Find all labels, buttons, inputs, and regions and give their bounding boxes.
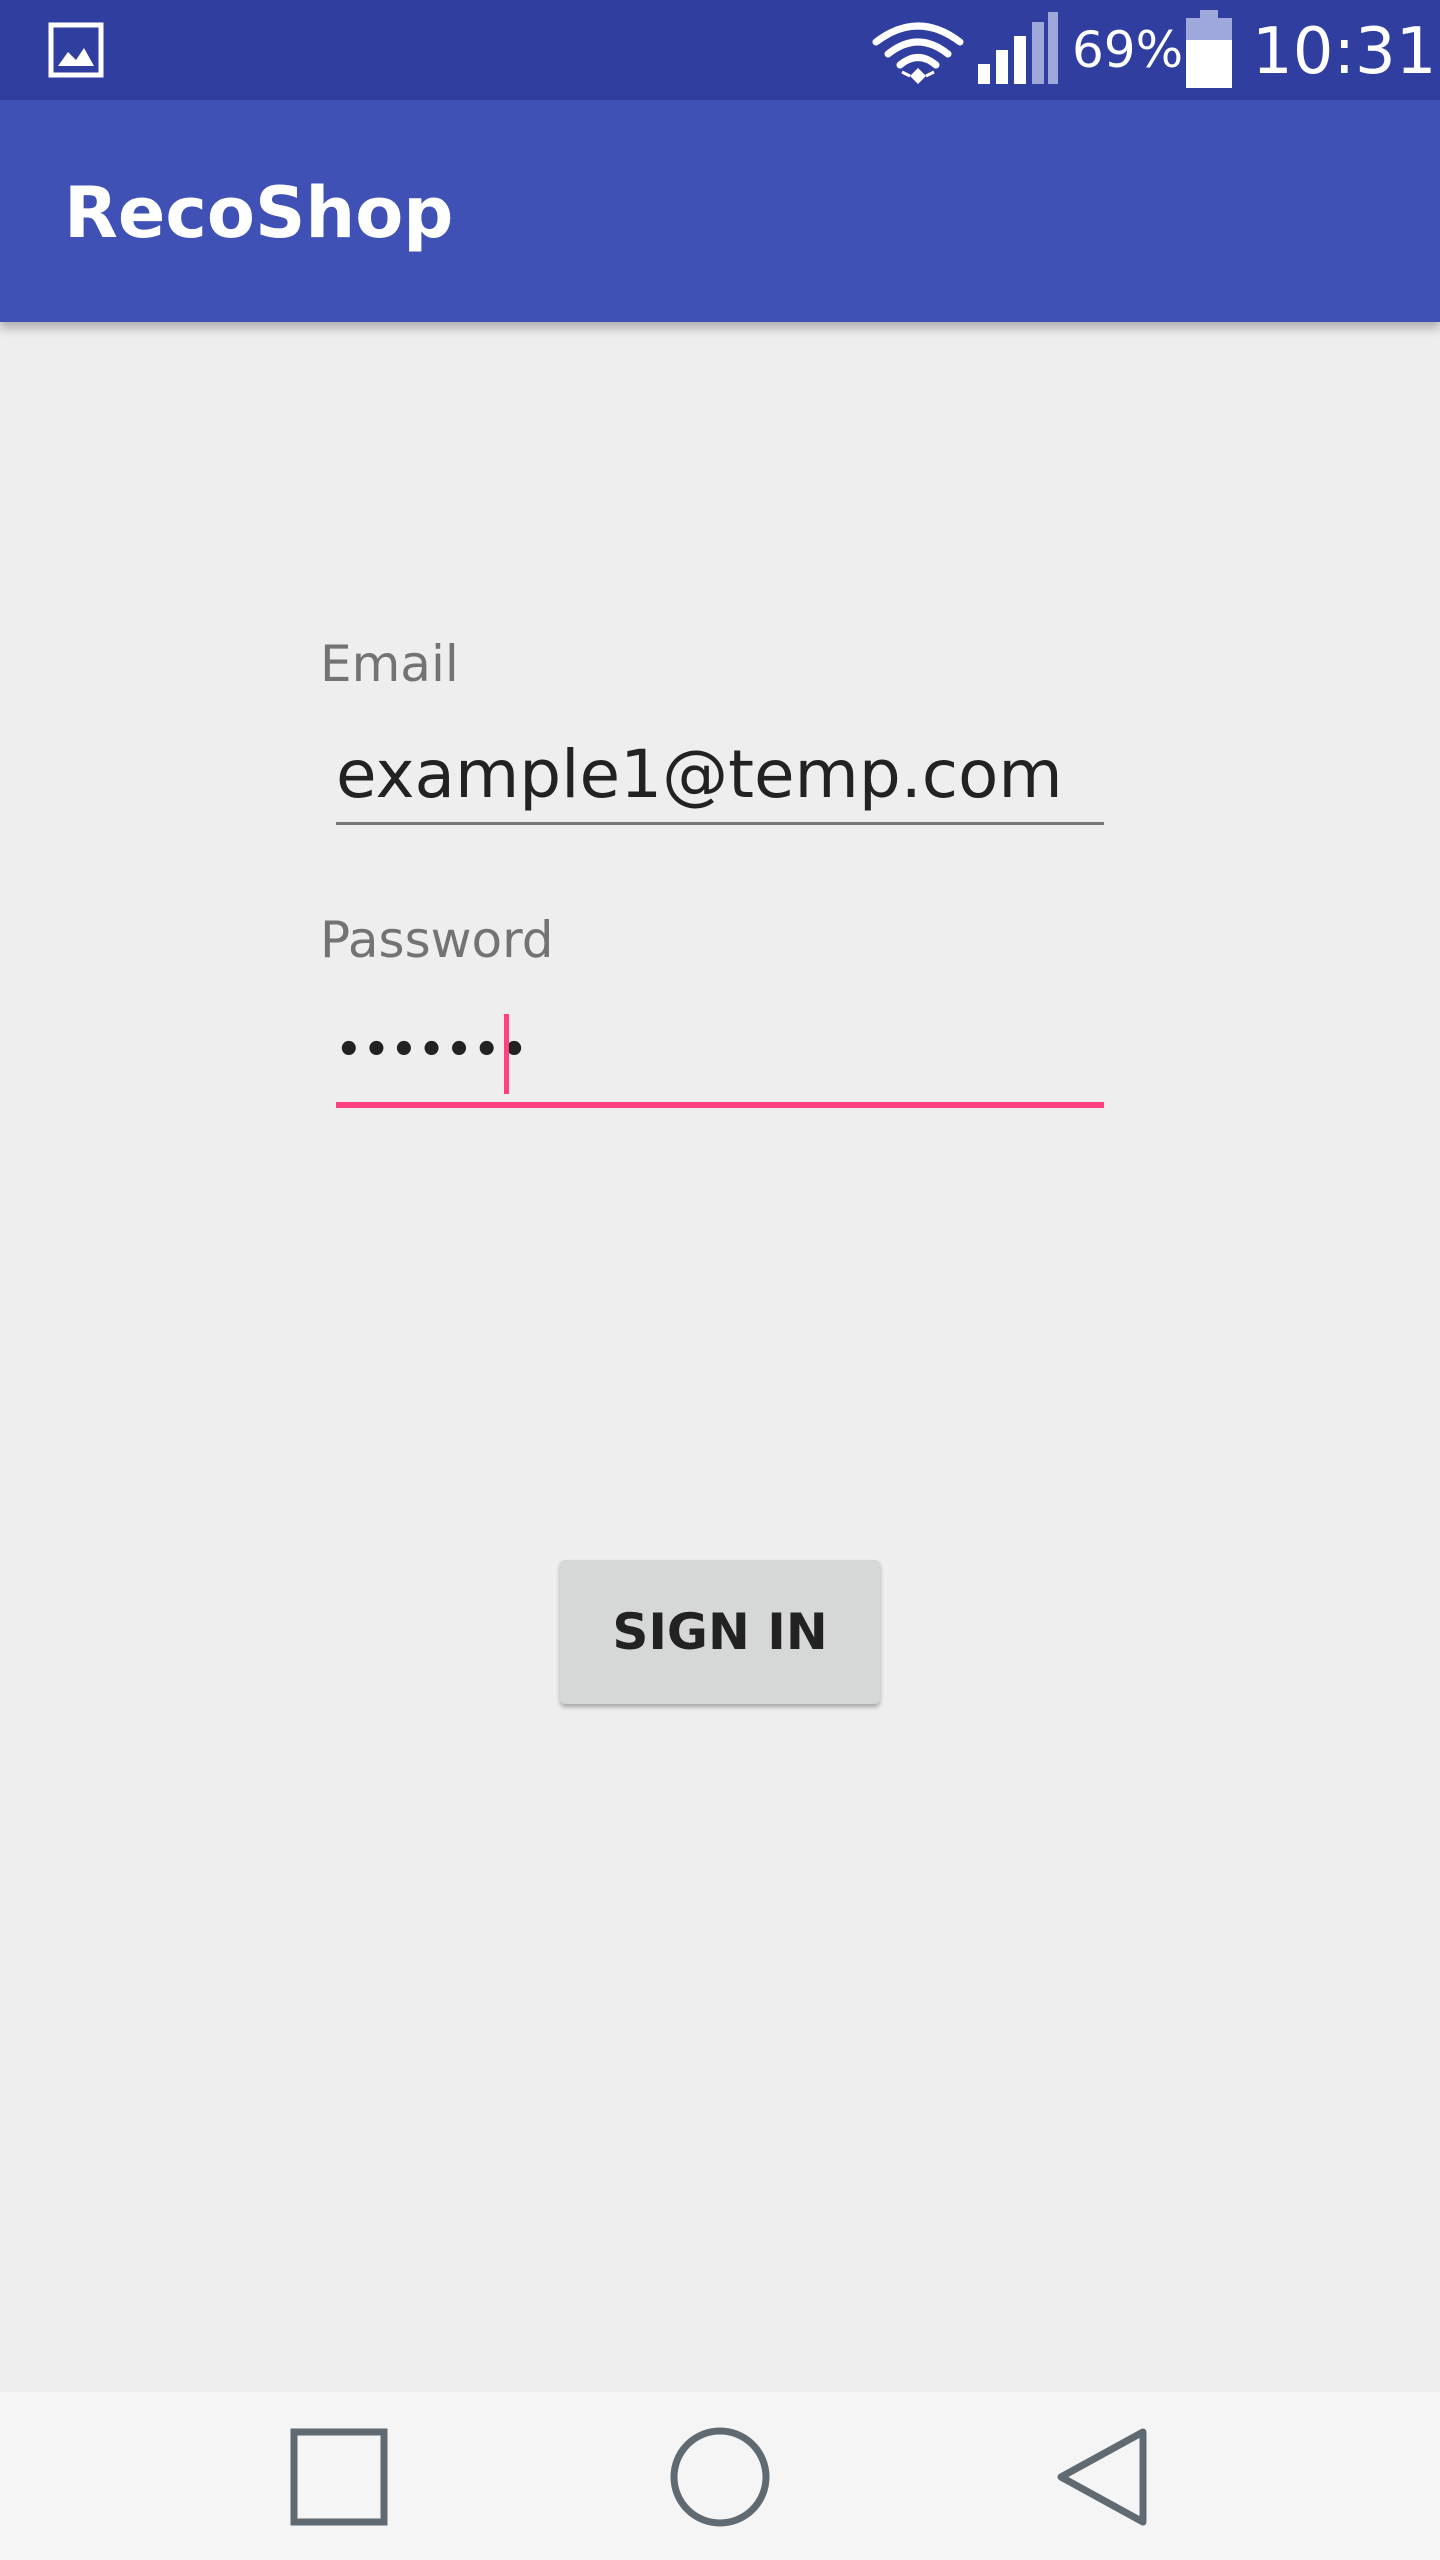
sign-in-button[interactable]: SIGN IN [560, 1560, 880, 1704]
password-label: Password [320, 911, 554, 969]
app-title: RecoShop [64, 172, 454, 254]
recents-icon[interactable] [274, 2412, 404, 2542]
app-bar: RecoShop [0, 100, 1440, 322]
signal-icon [978, 12, 1058, 84]
battery-percentage: 69% [1072, 21, 1184, 79]
status-bar: 69% 10:31 [0, 0, 1440, 100]
gallery-icon [48, 22, 104, 78]
battery-icon [1186, 10, 1232, 88]
home-icon[interactable] [655, 2412, 785, 2542]
password-field[interactable]: ••••••• [336, 1006, 1104, 1108]
back-icon[interactable] [1035, 2412, 1165, 2542]
navigation-bar [0, 2392, 1440, 2560]
password-masked-text: ••••••• [336, 1027, 529, 1073]
login-screen: 69% 10:31 RecoShop Email Password ••••••… [0, 0, 1440, 2560]
email-label: Email [320, 635, 459, 693]
wifi-icon [872, 22, 964, 84]
status-clock: 10:31 [1252, 15, 1437, 89]
text-cursor [504, 1014, 509, 1094]
email-field[interactable] [336, 726, 1104, 825]
